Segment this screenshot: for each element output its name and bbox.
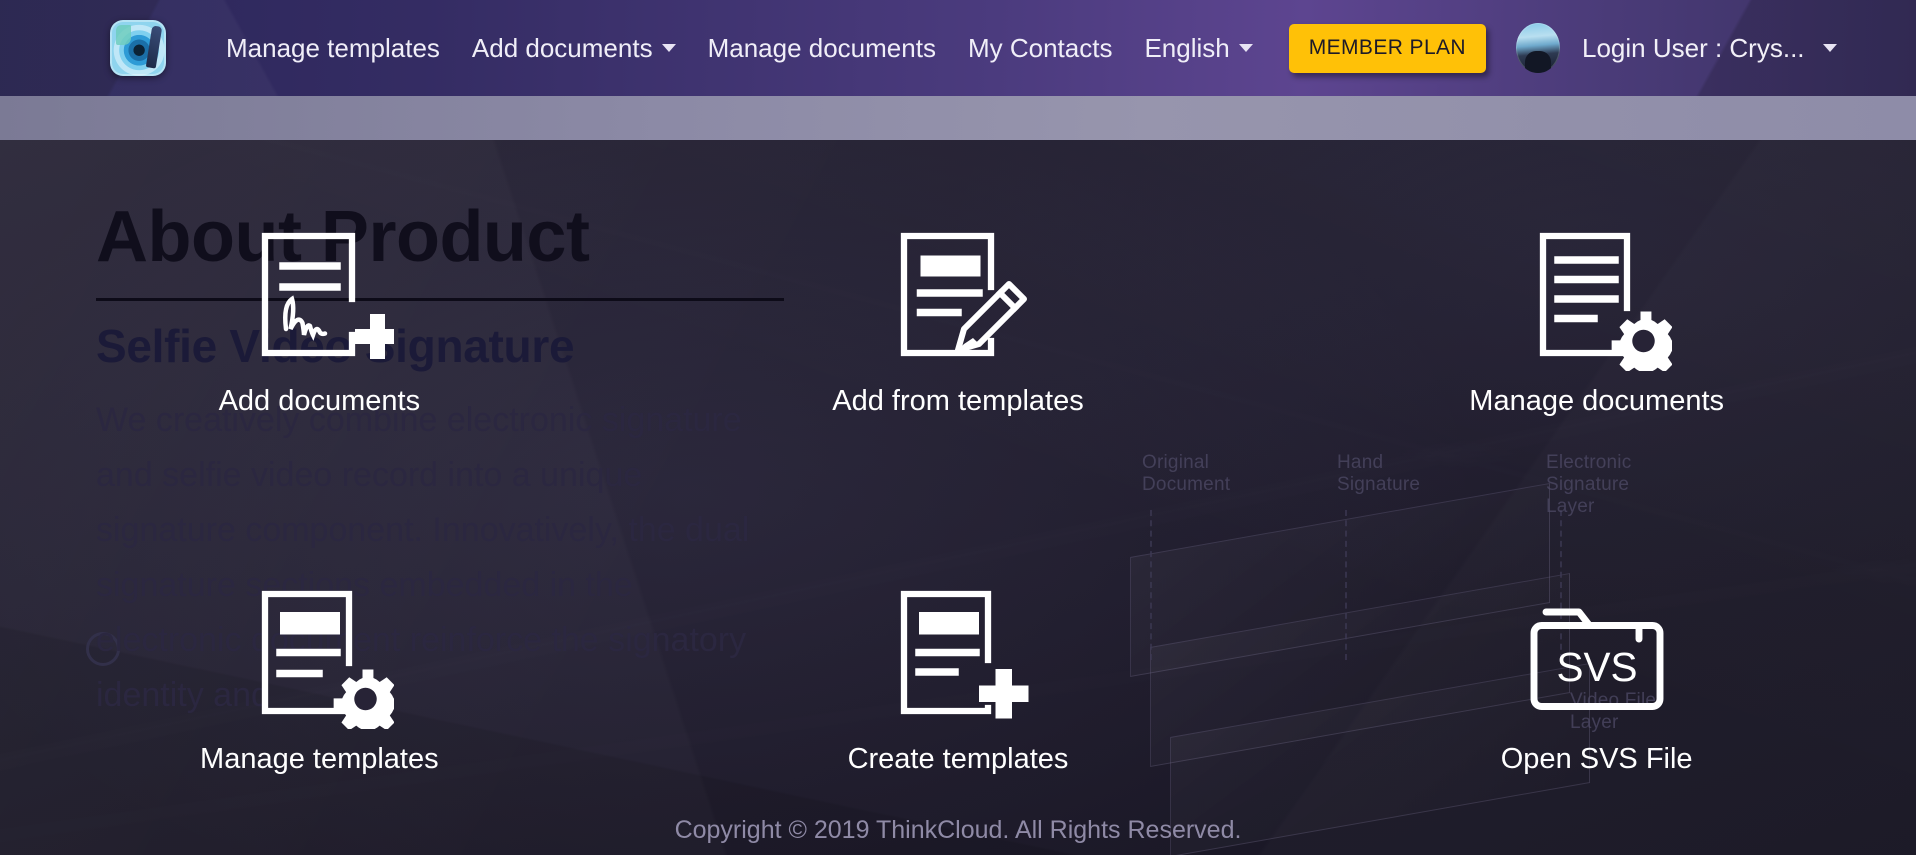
tile-label: Add documents bbox=[218, 385, 421, 418]
chevron-down-icon bbox=[1238, 44, 1253, 52]
app-root: About Product Selfie Video Signature We … bbox=[0, 0, 1916, 855]
nav-item-add-documents[interactable]: Add documents bbox=[456, 25, 692, 71]
folder-svs-icon: SVS bbox=[1522, 579, 1672, 729]
svg-text:SVS: SVS bbox=[1556, 644, 1637, 690]
nav-item-label: My Contacts bbox=[967, 33, 1113, 63]
eye-pen-logo-icon[interactable] bbox=[110, 20, 166, 76]
nav-item-label: Add documents bbox=[471, 33, 653, 63]
nav-links: Manage templates Add documents Manage do… bbox=[210, 25, 1269, 71]
document-gear-icon bbox=[1522, 221, 1672, 372]
member-plan-button[interactable]: MEMBER PLAN bbox=[1288, 23, 1486, 73]
tile-add-from-templates[interactable]: Add from templates bbox=[639, 140, 1278, 498]
tile-label: Open SVS File bbox=[1500, 742, 1693, 775]
template-plus-icon bbox=[883, 579, 1033, 729]
chevron-down-icon bbox=[1822, 44, 1837, 52]
tile-label: Add from templates bbox=[832, 385, 1084, 418]
tile-label: Manage documents bbox=[1469, 385, 1725, 418]
document-pencil-icon bbox=[883, 221, 1033, 371]
tile-create-templates[interactable]: Create templates bbox=[639, 498, 1278, 855]
user-menu-label: Login User : Crys... bbox=[1582, 32, 1805, 63]
tile-manage-documents[interactable]: Manage documents bbox=[1277, 140, 1916, 498]
footer-copyright: Copyright © 2019 ThinkCloud. All Rights … bbox=[674, 816, 1242, 844]
nav-item-manage-documents[interactable]: Manage documents bbox=[692, 25, 952, 71]
tile-open-svs-file[interactable]: SVS Open SVS File bbox=[1277, 498, 1916, 855]
tile-label: Create templates bbox=[847, 742, 1069, 775]
user-menu[interactable]: Login User : Crys... bbox=[1582, 33, 1877, 64]
avatar[interactable] bbox=[1516, 23, 1560, 73]
sub-navigation-bar bbox=[0, 96, 1916, 140]
tile-add-documents[interactable]: Add documents bbox=[0, 140, 639, 498]
document-signature-plus-icon bbox=[244, 221, 395, 371]
nav-item-label: English bbox=[1144, 33, 1230, 63]
quick-action-grid: Add documents Add from templates Manage … bbox=[0, 140, 1916, 855]
chevron-down-icon bbox=[661, 44, 676, 52]
nav-item-label: Manage documents bbox=[707, 33, 936, 63]
top-navbar: Manage templates Add documents Manage do… bbox=[0, 0, 1916, 96]
tile-manage-templates[interactable]: Manage templates bbox=[0, 498, 639, 855]
nav-item-manage-templates[interactable]: Manage templates bbox=[210, 25, 456, 71]
nav-item-my-contacts[interactable]: My Contacts bbox=[952, 25, 1129, 71]
nav-item-label: Manage templates bbox=[226, 33, 440, 63]
nav-item-language[interactable]: English bbox=[1128, 25, 1268, 71]
tile-label: Manage templates bbox=[200, 742, 439, 775]
template-gear-icon bbox=[244, 579, 395, 729]
